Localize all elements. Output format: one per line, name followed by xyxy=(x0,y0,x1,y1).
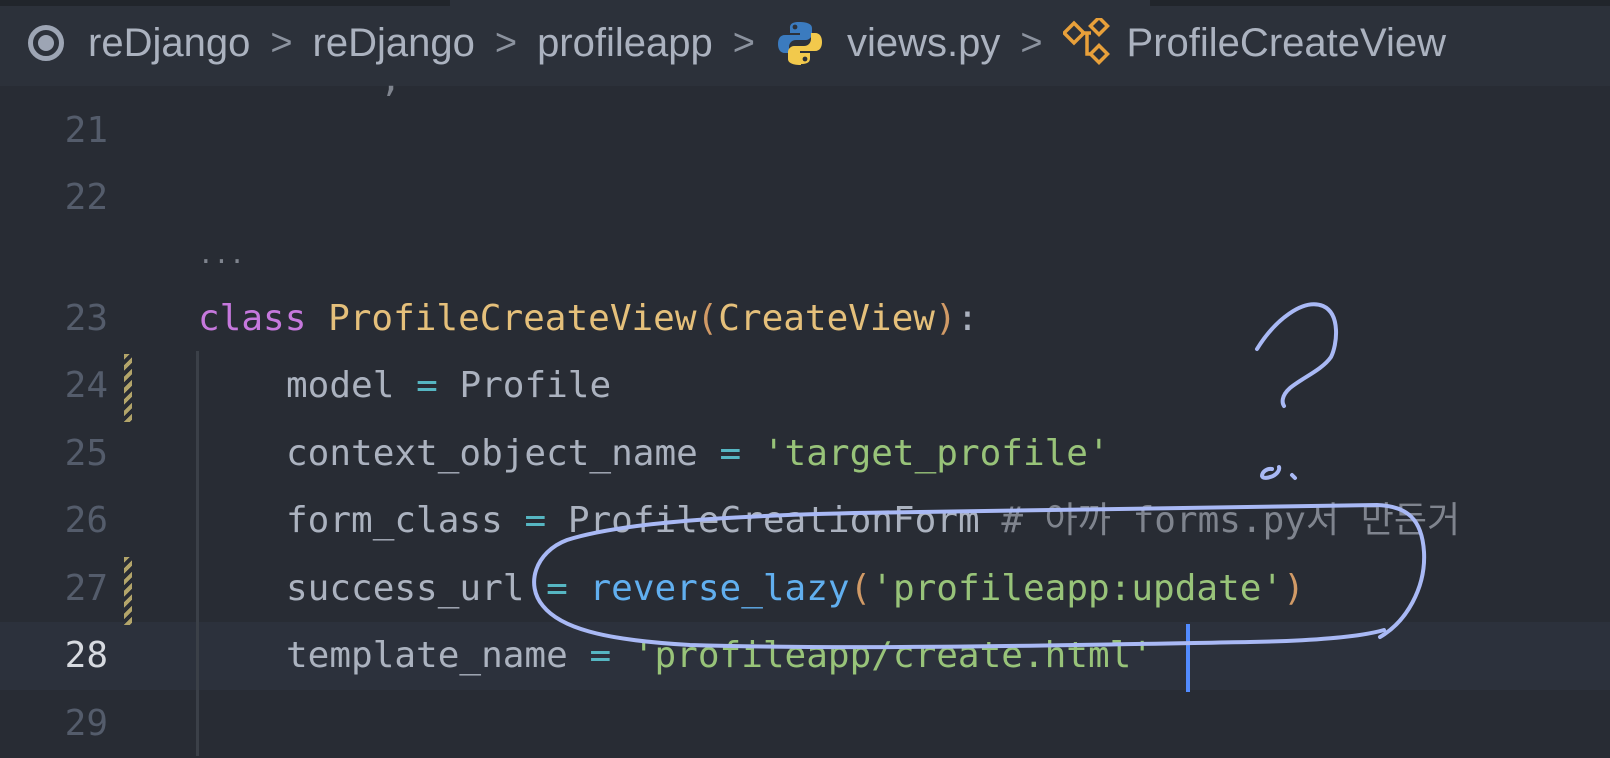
line-number: 26 xyxy=(64,500,108,541)
class-name-token: ProfileCreateView xyxy=(328,298,697,339)
code-text: success_url = reverse_lazy('profileapp:u… xyxy=(198,555,1305,623)
line-number: 25 xyxy=(64,433,108,474)
variable-token: success_url xyxy=(286,568,525,609)
fold-indicator-row: ... xyxy=(0,223,1610,283)
text-cursor xyxy=(1186,624,1190,692)
variable-token: form_class xyxy=(286,500,503,541)
variable-token: context_object_name xyxy=(286,433,698,474)
code-line-current: 28 template_name = 'profileapp/create.ht… xyxy=(0,622,1610,690)
code-text: context_object_name = 'target_profile' xyxy=(198,420,1110,488)
keyword-token: class xyxy=(198,298,307,339)
code-line: 27 success_url = reverse_lazy('profileap… xyxy=(0,555,1610,623)
code-line: 22 xyxy=(0,164,1610,232)
paren-token: ( xyxy=(849,568,872,609)
code-text: form_class = ProfileCreationForm # 아까 fo… xyxy=(198,487,1460,555)
line-number: 24 xyxy=(64,365,108,406)
tab-strip-right xyxy=(1150,0,1610,6)
git-modified-marker[interactable] xyxy=(124,354,132,422)
line-number: 21 xyxy=(64,110,108,151)
value-token: ProfileCreationForm xyxy=(567,500,980,541)
function-token: reverse_lazy xyxy=(589,568,850,609)
line-number: 29 xyxy=(64,703,108,744)
operator-token: = xyxy=(719,433,742,474)
value-token: Profile xyxy=(459,365,612,406)
code-text: model = Profile xyxy=(198,352,611,420)
code-line: 21 xyxy=(0,97,1610,165)
code-line: 26 form_class = ProfileCreationForm # 아까… xyxy=(0,487,1610,555)
code-line: 23 class ProfileCreateView(CreateView): xyxy=(0,285,1610,353)
line-number: 23 xyxy=(64,298,108,339)
operator-token: = xyxy=(416,365,438,406)
folded-code-indicator[interactable]: ... xyxy=(198,223,245,287)
paren-token: ) xyxy=(934,298,957,339)
variable-token: model xyxy=(286,365,395,406)
code-text: template_name = 'profileapp/create.html' xyxy=(198,622,1153,690)
paren-token: ( xyxy=(696,298,719,339)
paren-token: ) xyxy=(1283,568,1305,609)
line-number: 27 xyxy=(64,568,108,609)
string-token: 'profileapp/create.html' xyxy=(632,635,1153,676)
code-line: 24 model = Profile xyxy=(0,352,1610,420)
tab-strip-left xyxy=(0,0,450,6)
comment-token: # 아까 forms.py서 만든거 xyxy=(1001,500,1461,541)
indent-guide xyxy=(196,351,199,756)
line-number: 22 xyxy=(64,177,108,218)
line-number: 28 xyxy=(64,635,108,676)
variable-token: template_name xyxy=(286,635,568,676)
string-token: 'profileapp:update' xyxy=(871,568,1284,609)
code-text: class ProfileCreateView(CreateView): xyxy=(198,285,978,353)
operator-token: = xyxy=(524,500,547,541)
string-token: 'target_profile' xyxy=(762,433,1110,474)
operator-token: = xyxy=(589,635,612,676)
git-modified-marker[interactable] xyxy=(124,557,132,625)
colon-token: : xyxy=(956,298,979,339)
code-line: 29 xyxy=(0,690,1610,758)
base-class-token: CreateView xyxy=(718,298,935,339)
code-line: 25 context_object_name = 'target_profile… xyxy=(0,420,1610,488)
code-editor[interactable]: , 21 22 ... 23 class ProfileCreateView(C… xyxy=(0,59,1610,758)
operator-token: = xyxy=(546,568,568,609)
